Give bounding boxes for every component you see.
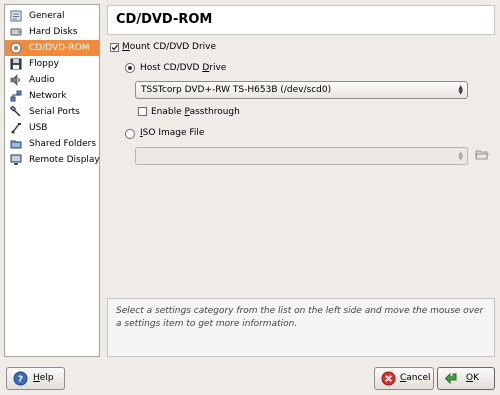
help-button[interactable]: ? Help xyxy=(6,367,65,390)
sidebar-item-label: Network xyxy=(29,91,67,101)
host-drive-label[interactable]: Host CD/DVD Drive xyxy=(140,62,226,74)
sidebar-item-label: Shared Folders xyxy=(29,139,97,149)
svg-text:?: ? xyxy=(18,375,23,385)
ok-arrow-icon xyxy=(444,372,457,385)
cd-icon xyxy=(10,42,22,54)
open-folder-icon[interactable] xyxy=(475,148,489,162)
sidebar-item-label: General xyxy=(29,11,65,21)
iso-image-select[interactable]: ▲ ▼ xyxy=(135,147,468,165)
checkmark-icon xyxy=(111,44,119,51)
sidebar-item-label: CD/DVD-ROM xyxy=(29,43,90,53)
sidebar-item-serial-ports[interactable]: Serial Ports xyxy=(5,104,99,120)
updown-arrow-icon: ▲ ▼ xyxy=(458,150,463,162)
serial-port-icon xyxy=(10,106,21,117)
host-drive-select-value: TSSTcorp DVD+-RW TS-H653B (/dev/scd0) xyxy=(141,85,332,95)
cancel-icon xyxy=(381,371,396,386)
info-text: Select a settings category from the list… xyxy=(107,298,495,357)
sidebar-item-usb[interactable]: USB xyxy=(5,120,99,136)
general-icon xyxy=(10,10,22,22)
sidebar-item-cd-dvd-rom[interactable]: CD/DVD-ROM xyxy=(5,40,99,56)
sidebar-item-audio[interactable]: Audio xyxy=(5,72,99,88)
sidebar-item-label: Serial Ports xyxy=(29,107,80,117)
iso-image-radio[interactable] xyxy=(125,129,135,139)
sidebar-item-label: USB xyxy=(29,123,48,133)
mount-cd-dvd-checkbox[interactable] xyxy=(110,43,119,52)
sidebar-item-floppy[interactable]: Floppy xyxy=(5,56,99,72)
page-title: CD/DVD-ROM xyxy=(107,5,495,35)
monitor-icon xyxy=(10,154,22,165)
sidebar-item-general[interactable]: General xyxy=(5,8,99,24)
floppy-icon xyxy=(10,58,22,70)
sidebar-item-hard-disks[interactable]: Hard Disks xyxy=(5,24,99,40)
enable-passthrough-label[interactable]: Enable Passthrough xyxy=(151,106,240,118)
hard-disk-icon xyxy=(10,28,22,36)
sidebar-item-label: Audio xyxy=(29,75,55,85)
cancel-button[interactable]: Cancel xyxy=(374,367,434,390)
network-icon xyxy=(10,90,22,102)
sidebar-item-remote-display[interactable]: Remote Display xyxy=(5,152,100,168)
sidebar-item-label: Remote Display xyxy=(29,155,100,165)
host-drive-select[interactable]: TSSTcorp DVD+-RW TS-H653B (/dev/scd0) ▲ ▼ xyxy=(135,81,468,99)
usb-icon xyxy=(11,123,21,134)
enable-passthrough-checkbox[interactable] xyxy=(138,107,147,116)
help-icon: ? xyxy=(13,371,28,386)
speaker-icon xyxy=(10,74,20,86)
updown-arrow-icon: ▲ ▼ xyxy=(458,84,463,96)
iso-image-label[interactable]: ISO Image File xyxy=(140,127,204,139)
mount-cd-dvd-label[interactable]: Mount CD/DVD Drive xyxy=(122,41,216,53)
host-drive-radio[interactable] xyxy=(125,63,135,73)
folder-icon xyxy=(10,140,22,149)
sidebar-item-label: Floppy xyxy=(29,59,59,69)
sidebar-item-shared-folders[interactable]: Shared Folders xyxy=(5,136,99,152)
sidebar-item-network[interactable]: Network xyxy=(5,88,99,104)
settings-category-list: General Hard Disks CD/DVD-ROM Floppy Aud… xyxy=(4,4,100,357)
ok-button[interactable]: OK xyxy=(437,367,495,390)
sidebar-item-label: Hard Disks xyxy=(29,27,78,37)
